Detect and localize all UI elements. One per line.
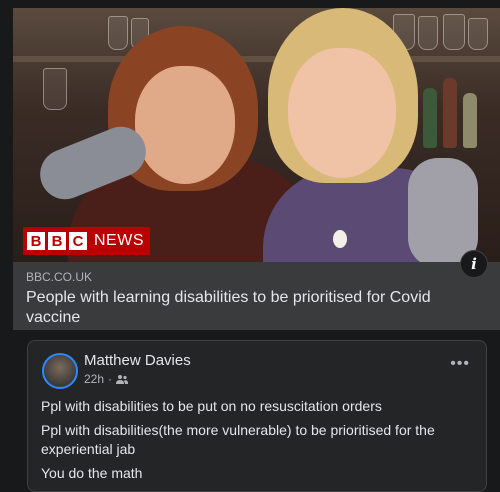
post-text: Ppl with disabilities to be put on no re… [41, 397, 471, 488]
bbc-news-word: NEWS [94, 232, 144, 249]
post-line: Ppl with disabilities(the more vulnerabl… [41, 422, 435, 457]
shared-post-card: Matthew Davies 22h · ••• Ppl with disabi… [27, 340, 487, 492]
bottle [443, 78, 457, 148]
bbc-news-logo: B B C NEWS [23, 227, 150, 255]
post-meta: 22h · [84, 372, 129, 386]
more-options-icon[interactable]: ••• [450, 355, 470, 373]
shelf [13, 56, 500, 62]
bottle [423, 88, 437, 148]
bbc-letter: B [48, 232, 66, 250]
bbc-letter: B [27, 232, 45, 250]
info-icon[interactable]: i [460, 250, 488, 278]
glass [43, 68, 67, 110]
person-left-face [135, 66, 235, 184]
post-line: You do the math [41, 465, 143, 481]
glass [468, 18, 488, 50]
bottle [463, 93, 477, 148]
article-photo[interactable]: B B C NEWS [13, 8, 500, 262]
glass [108, 16, 128, 50]
avatar[interactable] [42, 353, 78, 389]
post-line: Ppl with disabilities to be put on no re… [41, 398, 382, 414]
link-preview-card[interactable]: B B C NEWS i BBC.CO.UK People with learn… [13, 8, 500, 330]
friends-icon [116, 375, 129, 384]
meta-separator: · [108, 372, 113, 386]
post-author[interactable]: Matthew Davies [84, 352, 191, 369]
glass [418, 16, 438, 50]
glass [443, 14, 465, 50]
heart-pendant [333, 230, 347, 248]
link-domain: BBC.CO.UK [26, 270, 93, 284]
person-right-face [288, 48, 396, 178]
person-arm [408, 158, 478, 262]
bbc-letter: C [69, 232, 87, 250]
post-time[interactable]: 22h [84, 372, 104, 386]
link-title[interactable]: People with learning disabilities to be … [26, 288, 466, 328]
